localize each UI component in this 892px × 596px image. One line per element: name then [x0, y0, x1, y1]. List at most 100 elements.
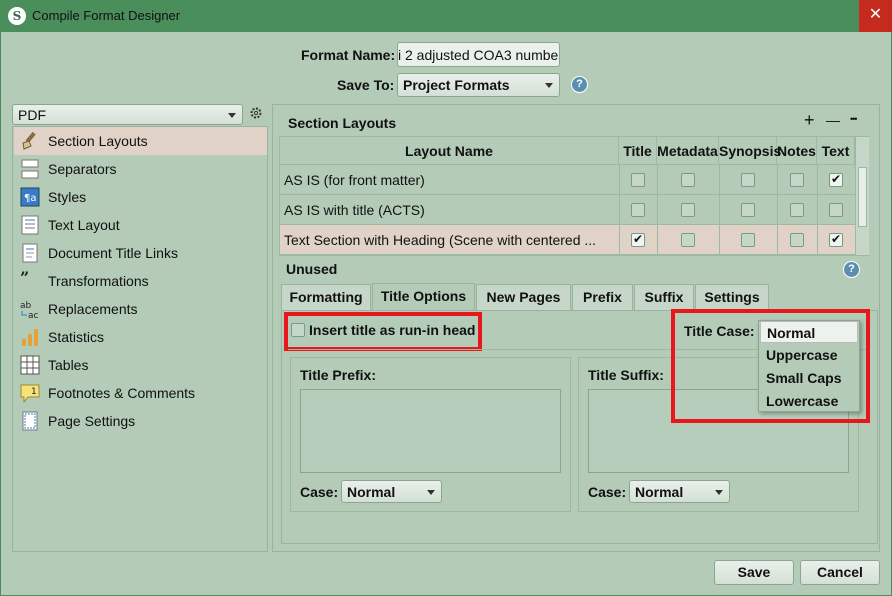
more-options-button[interactable]: ••• — [850, 114, 858, 124]
sidebar-item-text-layout[interactable]: Text Layout — [14, 211, 267, 239]
title-checkbox[interactable] — [631, 232, 645, 247]
col-header-notes[interactable]: Notes — [777, 137, 817, 165]
chevron-down-icon — [427, 489, 435, 495]
sidebar-item-label: Footnotes & Comments — [48, 385, 196, 401]
text-layout-icon — [20, 215, 40, 235]
prefix-case-dropdown[interactable]: Normal — [341, 480, 442, 503]
col-header-synopsis[interactable]: Synopsis — [719, 137, 781, 165]
help-icon[interactable]: ? — [571, 76, 588, 93]
document-icon — [20, 243, 40, 263]
replace-icon: ab ac — [20, 299, 40, 321]
prefix-case-value: Normal — [347, 484, 396, 500]
output-format-value: PDF — [18, 107, 46, 123]
svg-text:¶a: ¶a — [24, 193, 37, 204]
title-checkbox[interactable] — [631, 203, 645, 217]
suffix-case-dropdown[interactable]: Normal — [629, 480, 730, 503]
chevron-down-icon — [228, 112, 236, 118]
tab-suffix[interactable]: Suffix — [634, 284, 694, 310]
title-prefix-label: Title Prefix: — [300, 367, 376, 383]
styles-icon: ¶a — [20, 187, 40, 207]
scrollbar-thumb[interactable] — [858, 167, 867, 227]
text-checkbox[interactable] — [829, 172, 843, 187]
notes-checkbox[interactable] — [790, 233, 804, 247]
table-icon — [20, 355, 40, 375]
run-in-checkbox[interactable] — [291, 323, 305, 337]
text-checkbox[interactable] — [829, 203, 843, 217]
tab-formatting[interactable]: Formatting — [281, 284, 371, 310]
synopsis-checkbox[interactable] — [741, 233, 755, 247]
output-format-dropdown[interactable]: PDF — [12, 104, 243, 125]
unused-label: Unused — [286, 261, 338, 277]
gear-icon[interactable] — [249, 106, 263, 120]
svg-text:ab: ab — [20, 301, 32, 311]
cancel-button[interactable]: Cancel — [800, 560, 880, 585]
sidebar-item-label: Document Title Links — [48, 245, 178, 261]
sidebar-item-styles[interactable]: ¶a Styles — [14, 183, 267, 211]
sidebar-item-statistics[interactable]: Statistics — [14, 323, 267, 351]
metadata-checkbox[interactable] — [681, 203, 695, 217]
sidebar-item-footnotes-comments[interactable]: 1 Footnotes & Comments — [14, 379, 267, 407]
metadata-checkbox[interactable] — [681, 173, 695, 187]
suffix-case-value: Normal — [635, 484, 684, 500]
app-logo-icon: S — [8, 7, 26, 25]
separator-icon — [20, 159, 40, 179]
chevron-down-icon — [545, 83, 553, 88]
title-case-option-lowercase[interactable]: Lowercase — [760, 390, 858, 412]
title-case-option-normal[interactable]: Normal — [760, 321, 858, 343]
title-case-option-small-caps[interactable]: Small Caps — [760, 367, 858, 389]
title-checkbox[interactable] — [631, 173, 645, 187]
sidebar-item-section-layouts[interactable]: Section Layouts — [14, 127, 267, 155]
save-to-label: Save To: — [337, 77, 395, 93]
notes-checkbox[interactable] — [790, 173, 804, 187]
title-case-option-uppercase[interactable]: Uppercase — [760, 344, 858, 366]
sidebar-item-label: Separators — [48, 161, 117, 177]
col-header-layout-name[interactable]: Layout Name — [280, 137, 619, 165]
title-case-label: Title Case: — [684, 323, 755, 339]
sidebar: Section Layouts Separators ¶a Styles Tex… — [12, 126, 268, 552]
sidebar-item-page-settings[interactable]: Page Settings — [14, 407, 267, 435]
save-button[interactable]: Save — [714, 560, 794, 585]
sidebar-item-replacements[interactable]: ab ac Replacements — [14, 295, 267, 323]
sidebar-item-separators[interactable]: Separators — [14, 155, 267, 183]
footnote-icon: 1 — [20, 383, 40, 404]
sidebar-item-tables[interactable]: Tables — [14, 351, 267, 379]
chart-icon — [20, 327, 40, 347]
table-row[interactable]: Text Section with Heading (Scene with ce… — [280, 225, 855, 255]
prefix-case-label: Case: — [300, 484, 339, 500]
table-scrollbar[interactable] — [855, 137, 869, 255]
help-icon[interactable]: ? — [843, 261, 860, 278]
format-name-input[interactable]: i 2 adjusted COA3 numbers — [397, 42, 560, 67]
title-prefix-textarea[interactable] — [300, 389, 561, 473]
sidebar-item-document-title-links[interactable]: Document Title Links — [14, 239, 267, 267]
tab-settings[interactable]: Settings — [695, 284, 769, 310]
text-checkbox[interactable] — [829, 232, 843, 247]
save-to-dropdown[interactable]: Project Formats — [397, 73, 560, 97]
tab-prefix[interactable]: Prefix — [572, 284, 633, 310]
footnote-badge: 1 — [31, 387, 37, 397]
table-row[interactable]: AS IS (for front matter) — [280, 165, 855, 195]
brush-icon — [20, 131, 40, 151]
title-case-menu[interactable]: Normal Uppercase Small Caps Lowercase — [758, 320, 860, 412]
metadata-checkbox[interactable] — [681, 233, 695, 247]
sidebar-item-transformations[interactable]: ”,, Transformations — [14, 267, 267, 297]
tab-title-options[interactable]: Title Options — [372, 283, 475, 311]
sidebar-item-label: Styles — [48, 189, 87, 205]
add-layout-button[interactable]: + — [804, 110, 815, 131]
table-row[interactable]: AS IS with title (ACTS) — [280, 195, 855, 225]
synopsis-checkbox[interactable] — [741, 203, 755, 217]
col-header-metadata[interactable]: Metadata — [657, 137, 719, 165]
col-header-title[interactable]: Title — [619, 137, 657, 165]
suffix-case-label: Case: — [588, 484, 627, 500]
col-header-text[interactable]: Text — [817, 137, 855, 165]
sidebar-item-label: Page Settings — [48, 413, 136, 429]
sidebar-item-label: Section Layouts — [48, 133, 148, 149]
sidebar-item-label: Transformations — [48, 273, 149, 289]
format-name-label: Format Name: — [301, 47, 396, 63]
notes-checkbox[interactable] — [790, 203, 804, 217]
format-name-value: i 2 adjusted COA3 numbers — [398, 47, 560, 63]
close-button[interactable]: ✕ — [859, 0, 892, 32]
synopsis-checkbox[interactable] — [741, 173, 755, 187]
tab-new-pages[interactable]: New Pages — [476, 284, 571, 310]
chevron-down-icon — [715, 489, 723, 495]
remove-layout-button[interactable]: — — [826, 112, 840, 128]
